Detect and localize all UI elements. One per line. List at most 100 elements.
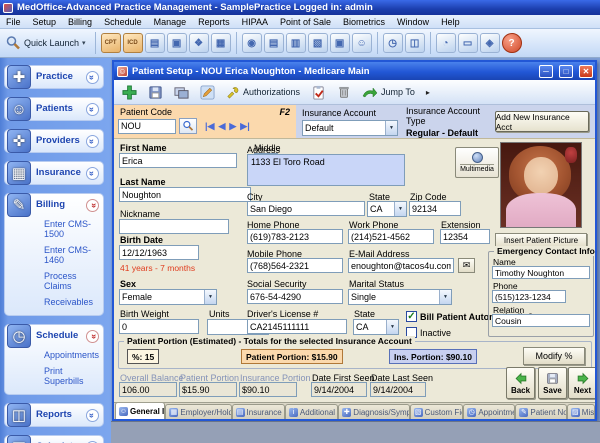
menu-setup[interactable]: Setup (27, 15, 63, 28)
chevron-down-icon[interactable]: » (86, 135, 99, 148)
dropdown-arrow-icon[interactable]: ▼ (439, 290, 451, 304)
sidebar-item-practice[interactable]: ✚ Practice » (4, 65, 104, 89)
user-manager-icon[interactable]: ☺ (352, 33, 372, 53)
city-field[interactable] (247, 201, 365, 216)
previous-record-icon[interactable]: ◀ (218, 121, 225, 132)
claims-transfer-icon[interactable]: ◉ (242, 33, 262, 53)
chevron-up-icon[interactable]: « (86, 199, 99, 212)
marital-status-select[interactable]: Single ▼ (348, 289, 452, 305)
sidebar-item-schedule[interactable]: ◷ Schedule « Appointments Print Superbil… (4, 324, 104, 395)
menu-point-of-sale[interactable]: Point of Sale (274, 15, 337, 28)
dropdown-arrow-icon[interactable]: ▼ (394, 202, 406, 216)
sex-select[interactable]: Female ▼ (119, 289, 217, 305)
insurance-account-select[interactable]: Default ▼ (302, 120, 398, 136)
menu-reports[interactable]: Reports (192, 15, 236, 28)
patient-code-input[interactable] (118, 119, 176, 134)
sidebar-link-enter-cms-1460[interactable]: Enter CMS-1460 (36, 242, 99, 268)
emergency-phone-field[interactable] (492, 290, 566, 303)
sidebar-item-providers[interactable]: ✜ Providers » (4, 129, 104, 153)
maximize-button[interactable]: □ (559, 65, 573, 78)
inventory-icon[interactable]: ▧ (308, 33, 328, 53)
tab-general-info[interactable]: ☺ General Info (115, 402, 165, 419)
sidebar-link-process-claims[interactable]: Process Claims (36, 268, 99, 294)
last-name-field[interactable] (119, 187, 251, 202)
sidebar-link-appointments[interactable]: Appointments (36, 347, 99, 363)
nickname-field[interactable] (119, 219, 229, 234)
birth-date-field[interactable] (119, 245, 199, 260)
tab-misc[interactable]: ▨ Misc (567, 404, 595, 419)
email-field[interactable] (348, 258, 454, 273)
payments-ledger-icon[interactable]: ▤ (264, 33, 284, 53)
chevron-down-icon[interactable]: » (86, 409, 99, 422)
add-new-insurance-acct-button[interactable]: Add New Insurance Acct (495, 111, 589, 132)
menu-help[interactable]: Help (435, 15, 466, 28)
sidebar-item-calculator[interactable]: ▦ Calculator » (4, 435, 104, 443)
workstation-icon[interactable]: ▣ (330, 33, 350, 53)
scheduler-icon[interactable]: ◷ (383, 33, 403, 53)
icd-codes-icon[interactable]: ICD (123, 33, 143, 53)
mobile-phone-field[interactable] (247, 258, 343, 273)
birth-weight-field[interactable] (119, 319, 199, 334)
menu-schedule[interactable]: Schedule (98, 15, 148, 28)
jump-to-expand-icon[interactable]: ▸ (426, 88, 430, 97)
address-field[interactable]: 1133 El Toro Road (247, 154, 405, 186)
emergency-name-field[interactable] (492, 266, 590, 279)
sidebar-link-receivables[interactable]: Receivables (36, 294, 99, 310)
next-record-icon[interactable]: ▶ (229, 121, 236, 132)
dropdown-arrow-icon[interactable]: ▼ (386, 320, 398, 334)
bill-patient-automatically-checkbox[interactable]: ✓ (406, 311, 417, 322)
sidebar-item-insurance[interactable]: ▦ Insurance » (4, 161, 104, 185)
tab-appointments[interactable]: ◷ Appointments (463, 404, 515, 419)
menu-hipaa[interactable]: HIPAA (236, 15, 274, 28)
dropdown-arrow-icon[interactable]: ▼ (204, 290, 216, 304)
patient-cards-button[interactable] (170, 82, 193, 102)
last-record-icon[interactable]: ▶| (240, 121, 249, 132)
menu-file[interactable]: File (0, 15, 27, 28)
dl-state-select[interactable]: CA ▼ (353, 319, 399, 335)
display-icon[interactable]: ▭ (458, 33, 478, 53)
tab-patient-notes[interactable]: ✎ Patient Notes (515, 404, 566, 419)
jump-to-button[interactable]: Jump To (358, 82, 419, 102)
authorizations-button[interactable]: Authorizations (222, 82, 304, 102)
save-button[interactable]: Save (538, 367, 567, 399)
social-security-field[interactable] (247, 289, 343, 304)
sidebar-link-print-superbills[interactable]: Print Superbills (36, 363, 99, 389)
help-icon[interactable]: ? (502, 33, 522, 53)
edit-patient-button[interactable] (196, 82, 219, 102)
claims-folder-icon[interactable]: ▥ (286, 33, 306, 53)
multimedia-button[interactable]: Multimedia (455, 147, 499, 178)
sidebar-item-billing[interactable]: ✎ Billing « Enter CMS-1500 Enter CMS-146… (4, 193, 104, 316)
reports-verify-icon[interactable]: ◫ (405, 33, 425, 53)
first-record-icon[interactable]: |◀ (205, 121, 214, 132)
patient-search-button[interactable] (179, 118, 197, 134)
security-lock-icon[interactable]: ◈ (480, 33, 500, 53)
tab-employer-hold-info[interactable]: ▦ Employer/Hold Info (165, 404, 231, 419)
sidebar-item-patients[interactable]: ☺ Patients » (4, 97, 104, 121)
tab-diagnosis-symptoms[interactable]: ✚ Diagnosis/Symptoms (338, 404, 409, 419)
email-icon[interactable]: ✉ (458, 258, 475, 273)
zip-code-field[interactable] (409, 201, 461, 216)
practice-office-icon[interactable]: ▦ (211, 33, 231, 53)
emergency-relation-field[interactable] (492, 314, 590, 327)
verify-button[interactable] (307, 82, 330, 102)
statistics-icon[interactable]: ◔ (436, 33, 456, 53)
minimize-button[interactable]: ─ (539, 65, 553, 78)
quick-launch-caret-icon[interactable]: ▾ (82, 39, 86, 47)
lab-setup-icon[interactable]: ▣ (167, 33, 187, 53)
provider-card-icon[interactable]: ▤ (145, 33, 165, 53)
add-patient-button[interactable] (118, 82, 141, 102)
menu-manage[interactable]: Manage (148, 15, 193, 28)
home-phone-field[interactable] (247, 229, 343, 244)
window-titlebar[interactable]: ☺ Patient Setup - NOU Erica Noughton - M… (114, 62, 595, 80)
work-phone-field[interactable] (348, 229, 434, 244)
menu-biometrics[interactable]: Biometrics (337, 15, 391, 28)
delete-patient-button[interactable] (333, 82, 355, 102)
dropdown-arrow-icon[interactable]: ▼ (385, 121, 397, 135)
chevron-up-icon[interactable]: « (86, 330, 99, 343)
quick-launch[interactable]: Quick Launch ▾ (3, 35, 90, 51)
back-button[interactable]: Back (506, 367, 535, 399)
close-button[interactable]: ✕ (579, 65, 593, 78)
modify-percent-button[interactable]: Modify % (523, 347, 585, 365)
chevron-down-icon[interactable]: » (86, 167, 99, 180)
tab-custom-fields[interactable]: ▧ Custom Fields (410, 404, 464, 419)
